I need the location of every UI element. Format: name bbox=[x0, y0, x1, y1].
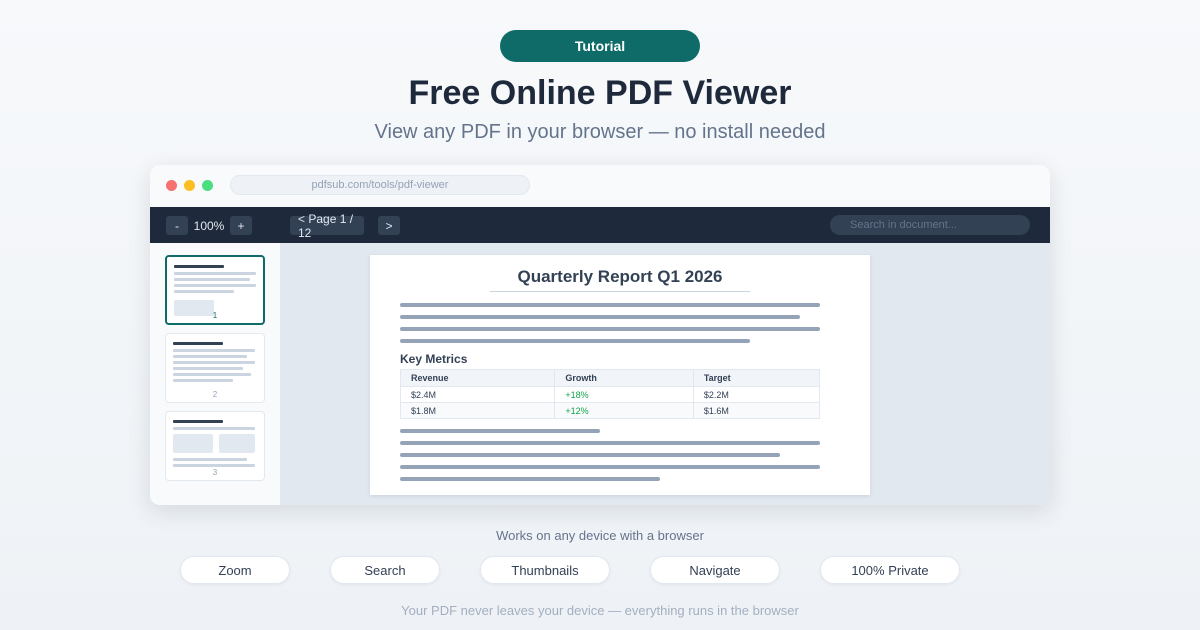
feature-chip-private: 100% Private bbox=[820, 556, 960, 584]
works-caption: Works on any device with a browser bbox=[496, 528, 704, 543]
page-thumbnail-2[interactable]: 2 bbox=[165, 333, 265, 403]
paragraph-line bbox=[400, 339, 750, 343]
table-header: Target bbox=[692, 369, 821, 387]
thumbnail-image-block bbox=[173, 434, 213, 453]
next-page-button[interactable]: > bbox=[378, 216, 400, 235]
table-header: Growth bbox=[554, 369, 694, 387]
pdf-page: Quarterly Report Q1 2026 Key Metrics Rev… bbox=[370, 255, 870, 495]
page-thumbnail-3[interactable]: 3 bbox=[165, 411, 265, 481]
table-cell: $2.2M bbox=[692, 386, 821, 403]
document-search-input[interactable]: Search in document... bbox=[830, 215, 1030, 235]
thumbnail-number: 2 bbox=[212, 390, 218, 399]
thumbnail-heading-line bbox=[173, 342, 223, 345]
thumbnail-text-line bbox=[174, 272, 256, 275]
thumbnail-number: 3 bbox=[212, 468, 218, 477]
feature-chip-zoom: Zoom bbox=[180, 556, 290, 584]
paragraph-line bbox=[400, 477, 660, 481]
thumbnail-sidebar: 1 2 3 bbox=[150, 243, 280, 505]
section-heading: Key Metrics bbox=[400, 352, 468, 366]
table-cell: +18% bbox=[554, 386, 694, 403]
table-header: Revenue bbox=[399, 369, 556, 387]
table-row: $2.4M +18% $2.2M bbox=[399, 386, 821, 403]
feature-chip-navigate: Navigate bbox=[650, 556, 780, 584]
paragraph-line bbox=[400, 465, 820, 469]
zoom-out-button[interactable]: - bbox=[166, 216, 188, 235]
table-cell: $1.8M bbox=[399, 402, 556, 419]
browser-window: pdfsub.com/tools/pdf-viewer - 100% + < P… bbox=[150, 165, 1050, 505]
document-title: Quarterly Report Q1 2026 bbox=[517, 267, 723, 286]
page-subtitle: View any PDF in your browser — no instal… bbox=[374, 121, 826, 143]
thumbnail-text-line bbox=[173, 355, 247, 358]
title-divider bbox=[490, 291, 750, 292]
paragraph-line bbox=[400, 441, 820, 445]
tutorial-badge: Tutorial bbox=[500, 30, 700, 62]
browser-titlebar: pdfsub.com/tools/pdf-viewer bbox=[150, 165, 1050, 207]
minimize-window-dot[interactable] bbox=[184, 180, 195, 191]
table-cell: $1.6M bbox=[692, 402, 821, 419]
footer-note: Your PDF never leaves your device — ever… bbox=[401, 603, 799, 618]
thumbnail-text-line bbox=[173, 373, 251, 376]
viewer-toolbar: - 100% + < Page 1 / 12 > Search in docum… bbox=[150, 207, 1050, 243]
address-bar[interactable]: pdfsub.com/tools/pdf-viewer bbox=[230, 175, 530, 195]
table-cell: +12% bbox=[554, 402, 694, 419]
thumbnail-heading-line bbox=[173, 420, 223, 423]
paragraph-line bbox=[400, 453, 780, 457]
zoom-in-button[interactable]: + bbox=[230, 216, 252, 235]
paragraph-line bbox=[400, 315, 800, 319]
feature-chip-search: Search bbox=[330, 556, 440, 584]
metrics-table: Revenue Growth Target $2.4M +18% $2.2M $… bbox=[399, 369, 821, 419]
thumbnail-image-block bbox=[219, 434, 255, 453]
thumbnail-text-line bbox=[174, 278, 250, 281]
close-window-dot[interactable] bbox=[166, 180, 177, 191]
thumbnail-text-line bbox=[173, 349, 255, 352]
paragraph-line bbox=[400, 303, 820, 307]
previous-page-button[interactable]: < Page 1 / 12 bbox=[290, 212, 364, 240]
paragraph-line bbox=[400, 327, 820, 331]
thumbnail-text-line bbox=[173, 458, 247, 461]
thumbnail-text-line bbox=[173, 361, 255, 364]
thumbnail-text-line bbox=[174, 284, 256, 287]
zoom-level: 100% bbox=[193, 218, 225, 233]
table-row: $1.8M +12% $1.6M bbox=[399, 402, 821, 419]
page-title: Free Online PDF Viewer bbox=[408, 74, 792, 112]
table-cell: $2.4M bbox=[399, 386, 556, 403]
document-viewer[interactable]: Quarterly Report Q1 2026 Key Metrics Rev… bbox=[280, 243, 1050, 505]
feature-chip-thumbnails: Thumbnails bbox=[480, 556, 610, 584]
thumbnail-text-line bbox=[173, 427, 255, 430]
thumbnail-text-line bbox=[174, 290, 234, 293]
page-thumbnail-1[interactable]: 1 bbox=[165, 255, 265, 325]
paragraph-line bbox=[400, 429, 600, 433]
thumbnail-text-line bbox=[173, 379, 233, 382]
thumbnail-heading-line bbox=[174, 265, 224, 268]
thumbnail-text-line bbox=[173, 367, 243, 370]
thumbnail-number: 1 bbox=[212, 311, 218, 320]
thumbnail-text-line bbox=[173, 464, 255, 467]
maximize-window-dot[interactable] bbox=[202, 180, 213, 191]
